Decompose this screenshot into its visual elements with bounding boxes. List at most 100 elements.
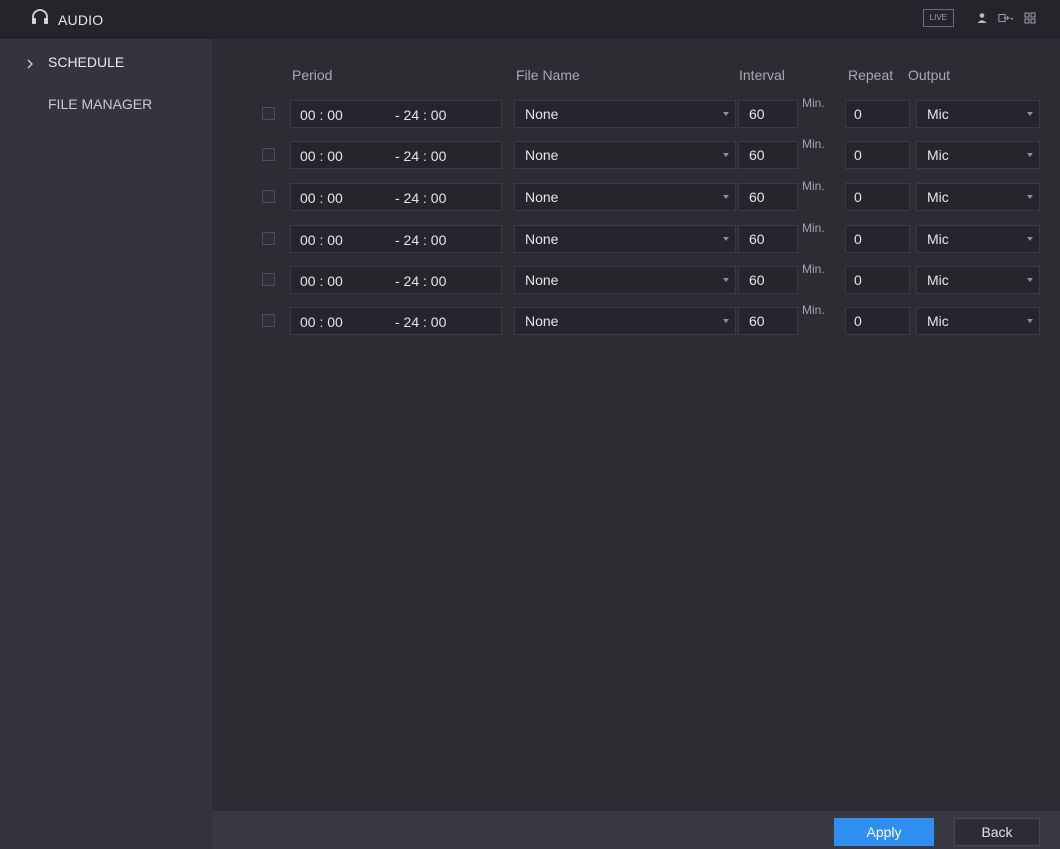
repeat-input[interactable]: 0 [845, 225, 910, 253]
live-button[interactable]: LIVE [922, 9, 954, 27]
row-checkbox[interactable] [262, 232, 275, 245]
period-time-field[interactable]: 00 : 00 - 24 : 00 [290, 266, 502, 294]
schedule-row: 00 : 00 - 24 : 00 None 60 Min. 0 Mic [212, 262, 1060, 294]
interval-input[interactable]: 60 [738, 225, 798, 253]
output-value: Mic [927, 231, 949, 247]
output-select[interactable]: Mic [916, 183, 1040, 211]
interval-unit: Min. [802, 262, 825, 276]
column-header-file-name: File Name [516, 67, 580, 83]
title-area: AUDIO [30, 7, 103, 32]
sidebar-item-file-manager[interactable]: FILE MANAGER [0, 85, 212, 123]
row-checkbox[interactable] [262, 148, 275, 161]
repeat-input[interactable]: 0 [845, 183, 910, 211]
chevron-right-icon [26, 56, 34, 72]
interval-unit: Min. [802, 96, 825, 110]
schedule-row: 00 : 00 - 24 : 00 None 60 Min. 0 Mic [212, 137, 1060, 169]
output-select[interactable]: Mic [916, 266, 1040, 294]
repeat-input[interactable]: 0 [845, 141, 910, 169]
repeat-value: 0 [854, 313, 862, 329]
file-name-value: None [525, 106, 559, 122]
logout-icon[interactable] [998, 10, 1014, 26]
start-time[interactable]: 00 : 00 [300, 190, 343, 206]
file-name-value: None [525, 147, 559, 163]
repeat-value: 0 [854, 231, 862, 247]
repeat-input[interactable]: 0 [845, 100, 910, 128]
sidebar-item-schedule[interactable]: SCHEDULE [0, 43, 212, 81]
column-header-repeat: Repeat [848, 67, 894, 83]
interval-input[interactable]: 60 [738, 266, 798, 294]
dropdown-arrow-icon [1027, 195, 1033, 199]
dropdown-arrow-icon [723, 237, 729, 241]
schedule-row: 00 : 00 - 24 : 00 None 60 Min. 0 Mic [212, 179, 1060, 211]
output-value: Mic [927, 147, 949, 163]
interval-input[interactable]: 60 [738, 307, 798, 335]
dropdown-arrow-icon [1027, 112, 1033, 116]
dropdown-arrow-icon [1027, 237, 1033, 241]
interval-value: 60 [749, 147, 765, 163]
end-time[interactable]: - 24 : 00 [395, 314, 446, 330]
file-name-value: None [525, 231, 559, 247]
end-time[interactable]: - 24 : 00 [395, 190, 446, 206]
dropdown-arrow-icon [1027, 278, 1033, 282]
row-checkbox[interactable] [262, 107, 275, 120]
back-button[interactable]: Back [954, 818, 1040, 846]
start-time[interactable]: 00 : 00 [300, 314, 343, 330]
period-time-field[interactable]: 00 : 00 - 24 : 00 [290, 100, 502, 128]
schedule-row: 00 : 00 - 24 : 00 None 60 Min. 0 Mic [212, 303, 1060, 335]
interval-unit: Min. [802, 137, 825, 151]
period-time-field[interactable]: 00 : 00 - 24 : 00 [290, 183, 502, 211]
period-time-field[interactable]: 00 : 00 - 24 : 00 [290, 225, 502, 253]
interval-input[interactable]: 60 [738, 100, 798, 128]
end-time[interactable]: - 24 : 00 [395, 273, 446, 289]
interval-value: 60 [749, 231, 765, 247]
start-time[interactable]: 00 : 00 [300, 232, 343, 248]
interval-value: 60 [749, 106, 765, 122]
end-time[interactable]: - 24 : 00 [395, 148, 446, 164]
repeat-value: 0 [854, 272, 862, 288]
dropdown-arrow-icon [723, 195, 729, 199]
interval-input[interactable]: 60 [738, 183, 798, 211]
end-time[interactable]: - 24 : 00 [395, 232, 446, 248]
column-header-interval: Interval [739, 67, 785, 83]
file-name-select[interactable]: None [514, 266, 736, 294]
repeat-value: 0 [854, 189, 862, 205]
row-checkbox[interactable] [262, 190, 275, 203]
headphones-icon [30, 7, 50, 32]
start-time[interactable]: 00 : 00 [300, 273, 343, 289]
user-icon[interactable] [974, 10, 990, 26]
end-time[interactable]: - 24 : 00 [395, 107, 446, 123]
period-time-field[interactable]: 00 : 00 - 24 : 00 [290, 141, 502, 169]
repeat-value: 0 [854, 106, 862, 122]
sidebar-item-label: FILE MANAGER [48, 96, 153, 112]
output-value: Mic [927, 189, 949, 205]
interval-unit: Min. [802, 221, 825, 235]
file-name-select[interactable]: None [514, 183, 736, 211]
output-select[interactable]: Mic [916, 225, 1040, 253]
interval-unit: Min. [802, 303, 825, 317]
output-value: Mic [927, 272, 949, 288]
interval-value: 60 [749, 189, 765, 205]
output-select[interactable]: Mic [916, 141, 1040, 169]
repeat-input[interactable]: 0 [845, 307, 910, 335]
grid-menu-icon[interactable] [1022, 10, 1038, 26]
file-name-select[interactable]: None [514, 100, 736, 128]
page-title: AUDIO [58, 11, 104, 28]
row-checkbox[interactable] [262, 314, 275, 327]
start-time[interactable]: 00 : 00 [300, 107, 343, 123]
dropdown-arrow-icon [723, 319, 729, 323]
interval-input[interactable]: 60 [738, 141, 798, 169]
repeat-input[interactable]: 0 [845, 266, 910, 294]
start-time[interactable]: 00 : 00 [300, 148, 343, 164]
file-name-select[interactable]: None [514, 307, 736, 335]
apply-button[interactable]: Apply [834, 818, 934, 846]
output-select[interactable]: Mic [916, 100, 1040, 128]
file-name-select[interactable]: None [514, 225, 736, 253]
interval-value: 60 [749, 272, 765, 288]
file-name-select[interactable]: None [514, 141, 736, 169]
dropdown-arrow-icon [1027, 153, 1033, 157]
period-time-field[interactable]: 00 : 00 - 24 : 00 [290, 307, 502, 335]
row-checkbox[interactable] [262, 273, 275, 286]
file-name-value: None [525, 272, 559, 288]
column-header-output: Output [908, 67, 951, 83]
output-select[interactable]: Mic [916, 307, 1040, 335]
